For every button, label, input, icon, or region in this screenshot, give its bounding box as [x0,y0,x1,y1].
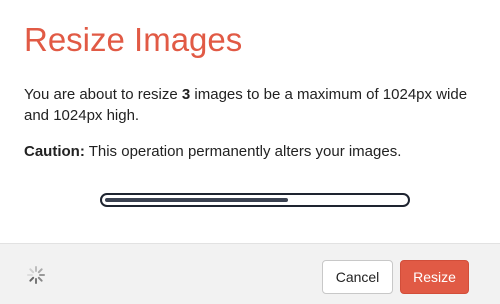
resize-message: You are about to resize 3 images to be a… [24,84,484,126]
cancel-button[interactable]: Cancel [322,260,393,294]
resize-progress-bar [100,193,410,207]
dialog-body: Resize Images You are about to resize 3 … [0,0,500,243]
dialog-footer: Cancel Resize [0,243,500,304]
resize-images-dialog: Resize Images You are about to resize 3 … [0,0,500,304]
loading-spinner-icon [27,266,45,284]
caution-label: Caution: [24,143,85,160]
message-prefix: You are about to resize [24,86,182,103]
progress-bar-fill [105,198,288,202]
image-count: 3 [181,86,191,103]
resize-button[interactable]: Resize [400,260,469,294]
caution-message: Caution: This operation permanently alte… [24,141,484,162]
caution-text: This operation permanently alters your i… [84,143,402,160]
dialog-title: Resize Images [24,21,243,58]
